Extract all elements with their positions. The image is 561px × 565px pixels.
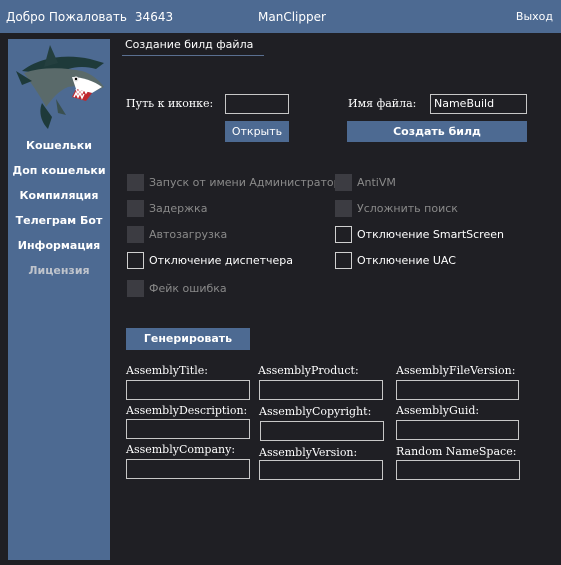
checkbox-box[interactable] (127, 226, 144, 243)
option-label: Задержка (149, 202, 208, 215)
assembly-file-version-label: AssemblyFileVersion: (396, 364, 516, 377)
assembly-version-input[interactable] (259, 460, 383, 480)
welcome-label: Добро Пожаловать (6, 10, 127, 24)
checkbox-box[interactable] (335, 174, 352, 191)
option-disable-task-manager[interactable]: Отключение диспетчера (127, 252, 332, 270)
exit-button[interactable]: Выход (516, 10, 553, 23)
option-fake-error[interactable]: Фейк ошибка (127, 280, 332, 298)
option-label: Автозагрузка (149, 228, 228, 241)
assembly-copyright-input[interactable] (260, 421, 384, 441)
option-antivm[interactable]: AntiVM (335, 174, 515, 192)
sidebar-item-wallets[interactable]: Кошельки (8, 139, 110, 164)
sidebar-item-information[interactable]: Информация (8, 239, 110, 264)
checkbox-box[interactable] (127, 200, 144, 217)
option-label: Фейк ошибка (149, 282, 227, 295)
shark-logo-icon (12, 41, 108, 133)
option-run-as-admin[interactable]: Запуск от имени Администратора (127, 174, 347, 192)
title-bar: Добро Пожаловать 34643 ManClipper Выход (0, 0, 561, 33)
assembly-file-version-input[interactable] (396, 380, 519, 400)
sidebar-item-extra-wallets[interactable]: Доп кошельки (8, 164, 110, 189)
sidebar-item-compilation[interactable]: Компиляция (8, 189, 110, 214)
option-label: Отключение диспетчера (149, 254, 294, 267)
assembly-namespace-input[interactable] (396, 460, 520, 480)
checkbox-box[interactable] (335, 226, 352, 243)
open-button[interactable]: Открыть (225, 121, 289, 142)
assembly-version-label: AssemblyVersion: (259, 446, 358, 459)
assembly-product-label: AssemblyProduct: (258, 364, 359, 377)
assembly-description-label: AssemblyDescription: (126, 404, 248, 417)
create-build-button[interactable]: Создать билд (347, 121, 527, 142)
option-disable-uac[interactable]: Отключение UAC (335, 252, 515, 270)
app-title: ManClipper (258, 10, 326, 24)
checkbox-box[interactable] (335, 252, 352, 269)
assembly-namespace-label: Random NameSpace: (396, 445, 517, 458)
assembly-guid-label: AssemblyGuid: (396, 404, 480, 417)
assembly-title-label: AssemblyTitle: (126, 364, 208, 377)
option-disable-smartscreen[interactable]: Отключение SmartScreen (335, 226, 515, 244)
generate-button[interactable]: Генерировать (126, 328, 250, 350)
sidebar: Кошельки Доп кошельки Компиляция Телегра… (8, 39, 110, 560)
option-label: Отключение SmartScreen (357, 228, 504, 241)
assembly-company-input[interactable] (126, 459, 250, 479)
sidebar-nav: Кошельки Доп кошельки Компиляция Телегра… (8, 139, 110, 289)
section-underline (122, 55, 264, 56)
option-obfuscate-search[interactable]: Усложнить поиск (335, 200, 515, 218)
file-name-input[interactable]: NameBuild (430, 94, 527, 114)
sidebar-item-telegram-bot[interactable]: Телеграм Бот (8, 214, 110, 239)
option-delay[interactable]: Задержка (127, 200, 332, 218)
assembly-guid-input[interactable] (396, 420, 519, 440)
checkbox-box[interactable] (127, 280, 144, 297)
assembly-copyright-label: AssemblyCopyright: (259, 405, 372, 418)
sidebar-item-license[interactable]: Лицензия (8, 264, 110, 289)
assembly-title-input[interactable] (126, 380, 250, 400)
checkbox-box[interactable] (335, 200, 352, 217)
option-label: Отключение UAC (357, 254, 456, 267)
checkbox-box[interactable] (127, 174, 144, 191)
assembly-company-label: AssemblyCompany: (126, 443, 236, 456)
assembly-description-input[interactable] (126, 419, 250, 439)
option-label: AntiVM (357, 176, 396, 189)
assembly-product-input[interactable] (259, 380, 383, 400)
user-id: 34643 (134, 10, 174, 24)
file-name-label: Имя файла: (348, 97, 417, 110)
icon-path-input[interactable] (225, 94, 289, 114)
option-label: Усложнить поиск (357, 202, 458, 215)
section-title: Создание билд файла (125, 38, 254, 51)
welcome-text: Добро Пожаловать 34643 (6, 10, 173, 24)
icon-path-label: Путь к иконке: (126, 97, 214, 110)
option-label: Запуск от имени Администратора (149, 176, 348, 189)
checkbox-box[interactable] (127, 252, 144, 269)
option-autostart[interactable]: Автозагрузка (127, 226, 332, 244)
